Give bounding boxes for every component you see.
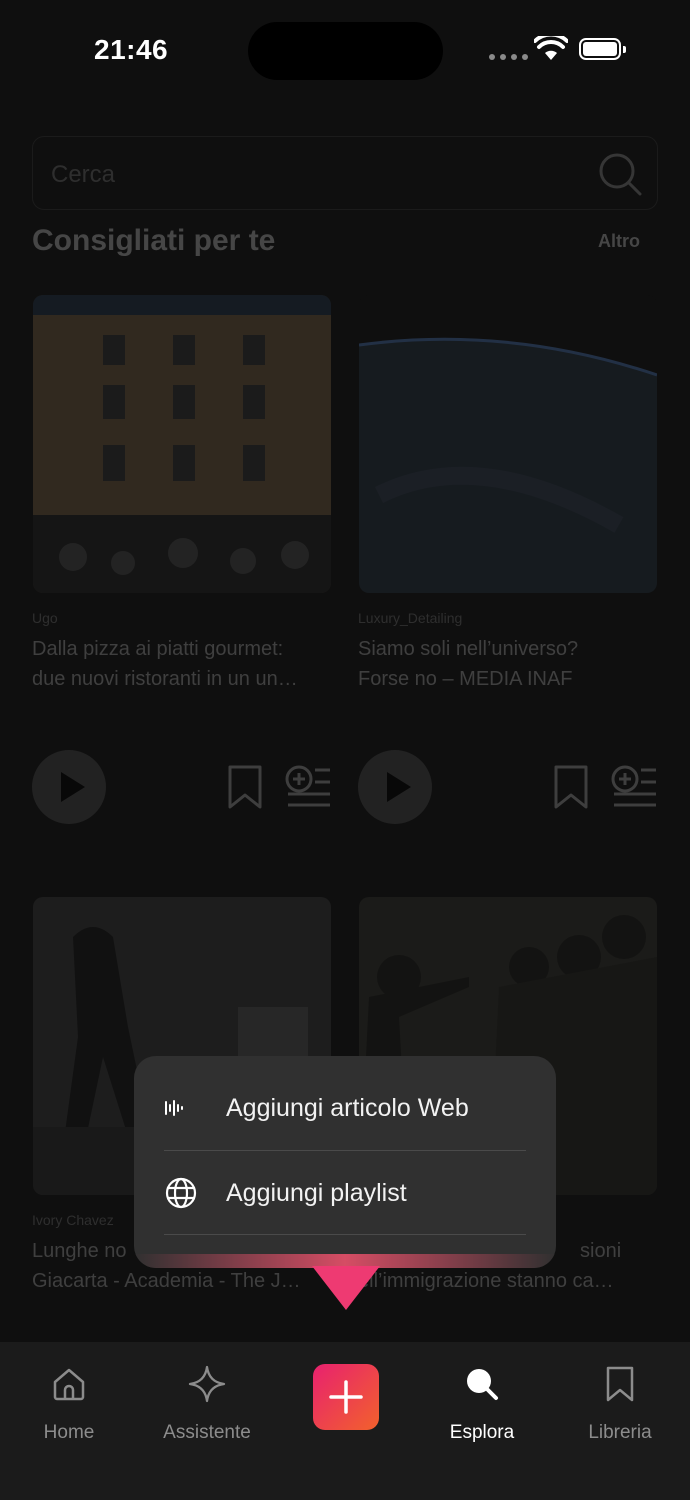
- menu-item-add-playlist[interactable]: Aggiungi playlist: [164, 1151, 526, 1235]
- card-source: Ugo: [32, 610, 58, 626]
- card-source: Luxury_Detailing: [358, 610, 463, 626]
- waveform-icon: [164, 1099, 208, 1117]
- add-to-queue-icon[interactable]: [610, 764, 658, 808]
- tab-libreria[interactable]: Libreria: [560, 1364, 680, 1444]
- tab-label: Assistente: [163, 1422, 251, 1443]
- sparkle-icon: [147, 1364, 267, 1404]
- menu-divider: [164, 1234, 526, 1235]
- search-bar[interactable]: Cerca: [32, 136, 658, 210]
- bookmark-icon[interactable]: [226, 764, 264, 810]
- card-image[interactable]: [359, 295, 657, 593]
- search-icon: [599, 153, 642, 196]
- card-title-line: Giacarta - Academia - The J…: [32, 1270, 301, 1292]
- tab-label: Home: [43, 1422, 95, 1443]
- card-source: Ivory Chavez: [32, 1212, 114, 1228]
- play-button[interactable]: [32, 750, 106, 824]
- menu-pointer: [312, 1266, 380, 1310]
- play-button[interactable]: [358, 750, 432, 824]
- card-title[interactable]: Dalla pizza ai piatti gourmet: due nuovi…: [32, 634, 332, 694]
- tab-bar: Home Assistente Esplora Libreria: [0, 1342, 690, 1500]
- menu-item-label: Aggiungi playlist: [226, 1178, 407, 1207]
- add-button[interactable]: [313, 1364, 379, 1430]
- bookmark-icon[interactable]: [552, 764, 590, 810]
- card-title-line: due nuovi ristoranti in un un…: [32, 668, 298, 690]
- tab-label: Esplora: [449, 1422, 515, 1443]
- search-icon: [422, 1364, 542, 1404]
- globe-icon: [164, 1176, 208, 1210]
- tab-label: Libreria: [588, 1422, 652, 1443]
- card-title-line: Forse no – MEDIA INAF: [358, 668, 573, 690]
- card-title-line: Dalla pizza ai piatti gourmet:: [32, 638, 284, 660]
- plus-icon: [329, 1380, 363, 1414]
- more-link[interactable]: Altro: [598, 231, 640, 252]
- card-title-line: Siamo soli nell’universo?: [358, 638, 579, 660]
- card-image[interactable]: [33, 295, 331, 593]
- menu-item-label: Aggiungi articolo Web: [226, 1093, 469, 1122]
- search-placeholder: Cerca: [51, 161, 116, 188]
- tab-esplora[interactable]: Esplora: [422, 1364, 542, 1444]
- card-title[interactable]: Siamo soli nell’universo? Forse no – MED…: [358, 634, 658, 694]
- home-icon: [9, 1364, 129, 1404]
- add-menu-popup: Aggiungi articolo Web Aggiungi playlist: [134, 1056, 556, 1268]
- tab-assistente[interactable]: Assistente: [147, 1364, 267, 1444]
- menu-item-add-web-article[interactable]: Aggiungi articolo Web: [164, 1066, 526, 1150]
- section-title: Consigliati per te: [32, 224, 276, 257]
- tab-home[interactable]: Home: [9, 1364, 129, 1444]
- bookmark-icon: [560, 1364, 680, 1404]
- card-title-line: ell’immigrazione stanno ca…: [358, 1270, 614, 1292]
- add-to-queue-icon[interactable]: [284, 764, 332, 808]
